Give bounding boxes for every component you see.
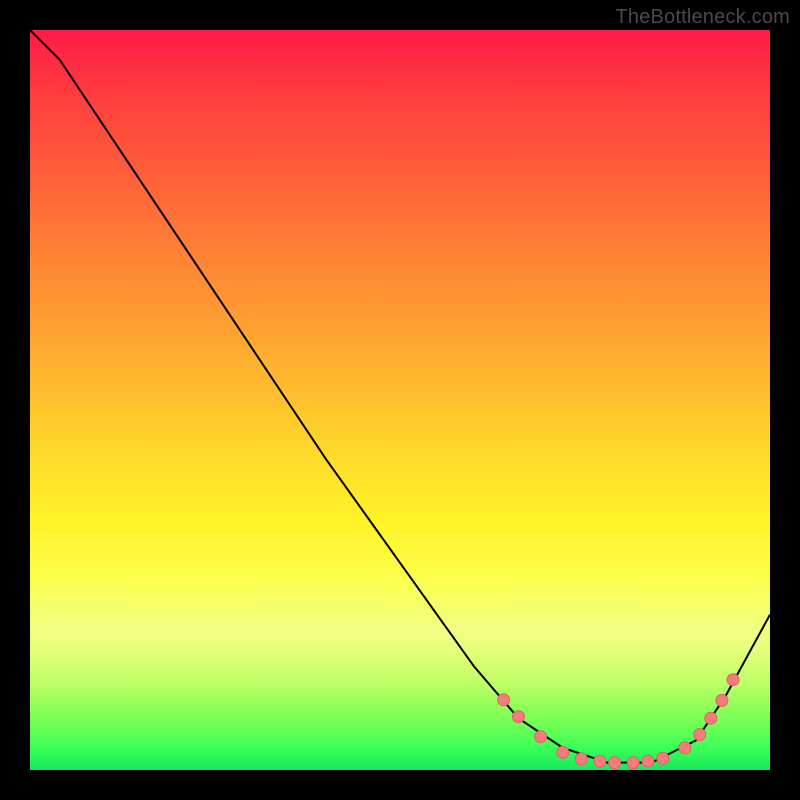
marker-pt-g bbox=[609, 757, 621, 769]
marker-pt-f bbox=[594, 755, 606, 767]
marker-pt-a bbox=[498, 694, 510, 706]
marker-pt-e bbox=[575, 753, 587, 765]
plot-area bbox=[30, 30, 770, 770]
marker-pt-c bbox=[535, 731, 547, 743]
curve-layer bbox=[30, 30, 770, 770]
marker-pt-o bbox=[727, 674, 739, 686]
marker-pt-d bbox=[557, 746, 569, 758]
bottleneck-curve bbox=[30, 30, 770, 763]
marker-pt-n bbox=[716, 694, 728, 706]
marker-pt-i bbox=[642, 755, 654, 767]
marker-pt-k bbox=[679, 742, 691, 754]
marker-pt-m bbox=[705, 712, 717, 724]
chart-frame: TheBottleneck.com bbox=[0, 0, 800, 800]
curve-markers bbox=[498, 674, 739, 769]
watermark-text: TheBottleneck.com bbox=[615, 6, 790, 29]
marker-pt-l bbox=[694, 729, 706, 741]
marker-pt-b bbox=[512, 711, 524, 723]
marker-pt-j bbox=[657, 752, 669, 764]
marker-pt-h bbox=[627, 757, 639, 769]
